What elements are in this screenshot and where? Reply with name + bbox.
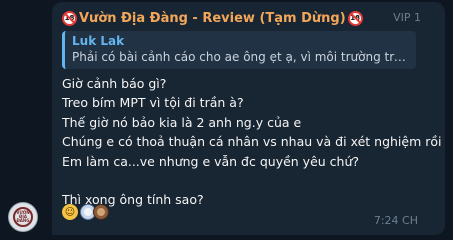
message-line: Giờ cảnh báo gì? [62,76,167,91]
reactions-bar[interactable]: ☺ [62,204,111,220]
sender-avatar[interactable]: VƯỜN ĐỊA ĐÀNG [8,202,38,232]
avatar-logo: VƯỜN ĐỊA ĐÀNG [13,207,33,227]
reply-author: Luk Lak [72,34,125,48]
reactor-avatar-icon[interactable] [93,204,109,220]
reply-text: Phải có bài cảnh cáo cho ae ông ẹt ạ, vì… [72,50,412,64]
sender-row: 18 Vườn Địa Đàng - Review (Tạm Dừng) 18 [62,8,363,28]
message-line: Thế giờ nó bảo kia là 2 anh ng.y của e [62,114,302,130]
reply-quote[interactable]: Luk Lak Phải có bài cảnh cáo cho ae ông … [62,31,416,69]
message-timestamp: 7:24 CH [373,214,418,227]
sender-name[interactable]: Vườn Địa Đàng - Review (Tạm Dừng) [79,11,346,26]
message-bubble[interactable]: 18 Vườn Địa Đàng - Review (Tạm Dừng) 18 … [52,2,445,235]
message-line: Treo bím MPT vì tội đi trần à? [62,95,244,111]
message-line: Em làm ca...ve nhưng e vẫn đc quyền yêu … [62,153,360,169]
message-line [62,171,442,190]
chat-view: VƯỜN ĐỊA ĐÀNG 18 Vườn Địa Đàng - Review … [0,0,453,240]
adult-18-icon: 18 [347,10,363,26]
message-text: Giờ cảnh báo gì? Treo bím MPT vì tội đi … [62,74,442,210]
laughing-emoji-icon[interactable]: ☺ [62,204,78,220]
member-rank-badge: VIP 1 [393,11,421,24]
message-line: Thì xong ông tính sao? [62,192,204,208]
message-line: Chúng e có thoả thuận cá nhân vs nhau và… [62,134,442,150]
adult-18-icon: 18 [62,10,77,26]
